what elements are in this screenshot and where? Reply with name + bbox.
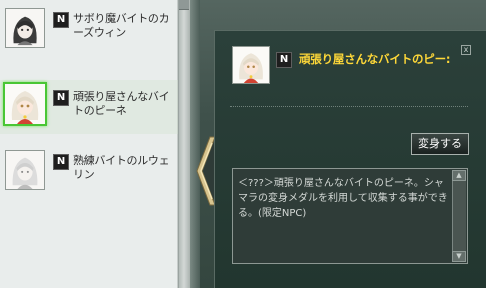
list-item[interactable]: N 熟練バイトのルウェリン [0, 144, 178, 204]
list-item-selected[interactable]: N 頑張り屋さんなバイトのピーネ [0, 80, 178, 134]
avatar [5, 8, 45, 48]
npc-name: 頑張り屋さんなバイトのピーネ [73, 90, 170, 117]
description-text: ＜???＞頑張り屋さんなバイトのピーネ。シャマラの変身メダルを利用して収集する事… [238, 178, 448, 219]
avatar [5, 150, 45, 190]
list-item[interactable]: N サボり魔バイトのカーズウィン [0, 2, 178, 62]
scroll-down-icon[interactable]: ▼ [452, 251, 466, 262]
portrait-pine [5, 84, 45, 124]
npc-badge: N [53, 154, 69, 170]
description-scrollbar[interactable] [452, 170, 466, 262]
avatar [232, 46, 270, 84]
portrait-light-hair [6, 151, 44, 189]
npc-title: 頑張り屋さんなバイトのピー: [299, 52, 451, 66]
divider [230, 106, 468, 107]
portrait-pine [233, 47, 269, 83]
portrait-dark-hair [6, 9, 44, 47]
npc-badge: N [276, 52, 292, 68]
npc-list-panel: N サボり魔バイトのカーズウィン N 頑張り屋さんなバイトのピーネ N 熟練バイ… [0, 0, 178, 288]
avatar [3, 82, 47, 126]
scroll-up-icon[interactable]: ▲ [452, 170, 466, 181]
scrollbar-thumb[interactable] [179, 0, 189, 10]
transform-button[interactable]: 変身する [411, 133, 469, 155]
npc-badge: N [53, 90, 69, 106]
npc-badge: N [53, 12, 69, 28]
close-icon[interactable]: x [461, 45, 471, 55]
npc-name: サボり魔バイトのカーズウィン [73, 12, 170, 39]
list-scrollbar[interactable] [178, 0, 190, 288]
npc-name: 熟練バイトのルウェリン [73, 154, 170, 181]
